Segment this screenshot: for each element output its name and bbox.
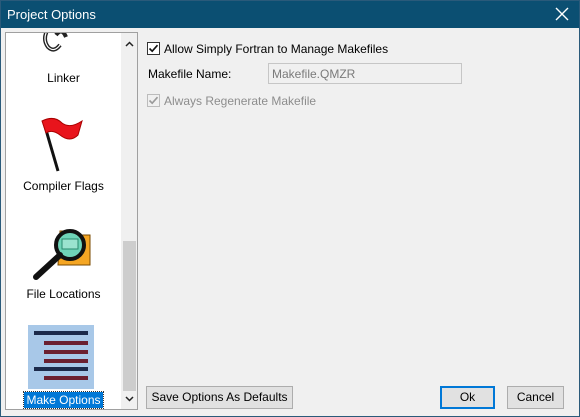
manage-makefiles-checkbox[interactable] <box>147 42 160 55</box>
window-title: Project Options <box>7 7 96 22</box>
project-options-dialog: Project Options Linker Compiler Flags Fi… <box>0 0 580 417</box>
red-flag-icon <box>41 117 83 172</box>
sidebar-item-linker[interactable]: Linker <box>6 33 121 93</box>
makefile-name-field[interactable]: Makefile.QMZR <box>268 63 462 84</box>
cancel-button[interactable]: Cancel <box>507 386 564 409</box>
chain-link-icon <box>43 33 68 52</box>
title-bar: Project Options <box>1 1 579 28</box>
manage-makefiles-label[interactable]: Allow Simply Fortran to Manage Makefiles <box>164 42 388 56</box>
makefile-name-label: Makefile Name: <box>148 67 232 81</box>
scroll-up-icon[interactable] <box>124 39 135 50</box>
sidebar-item-label: Make Options <box>23 391 104 409</box>
magnifier-folder-icon <box>33 229 91 280</box>
always-regenerate-checkbox[interactable] <box>147 94 160 107</box>
makefile-name-value: Makefile.QMZR <box>272 67 356 81</box>
sidebar-item-compiler-flags[interactable]: Compiler Flags <box>6 107 121 197</box>
sidebar-scrollbar[interactable] <box>121 33 137 409</box>
save-options-defaults-button[interactable]: Save Options As Defaults <box>146 386 293 409</box>
makefile-lines-icon <box>28 325 94 389</box>
close-icon[interactable] <box>553 5 571 23</box>
sidebar-item-label: Linker <box>47 71 80 85</box>
checkmark-icon <box>148 44 159 53</box>
scrollbar-thumb[interactable] <box>123 241 136 391</box>
sidebar-item-label: File Locations <box>26 287 101 301</box>
ok-button[interactable]: Ok <box>440 386 495 409</box>
checkmark-icon <box>148 96 159 105</box>
scroll-down-icon[interactable] <box>124 393 135 404</box>
sidebar-item-label: Compiler Flags <box>23 179 104 193</box>
sidebar-item-make-options[interactable]: Make Options <box>6 323 121 409</box>
options-category-list[interactable]: Linker Compiler Flags File Locations Mak… <box>5 32 138 410</box>
always-regenerate-label[interactable]: Always Regenerate Makefile <box>164 94 316 108</box>
sidebar-item-file-locations[interactable]: File Locations <box>6 217 121 307</box>
